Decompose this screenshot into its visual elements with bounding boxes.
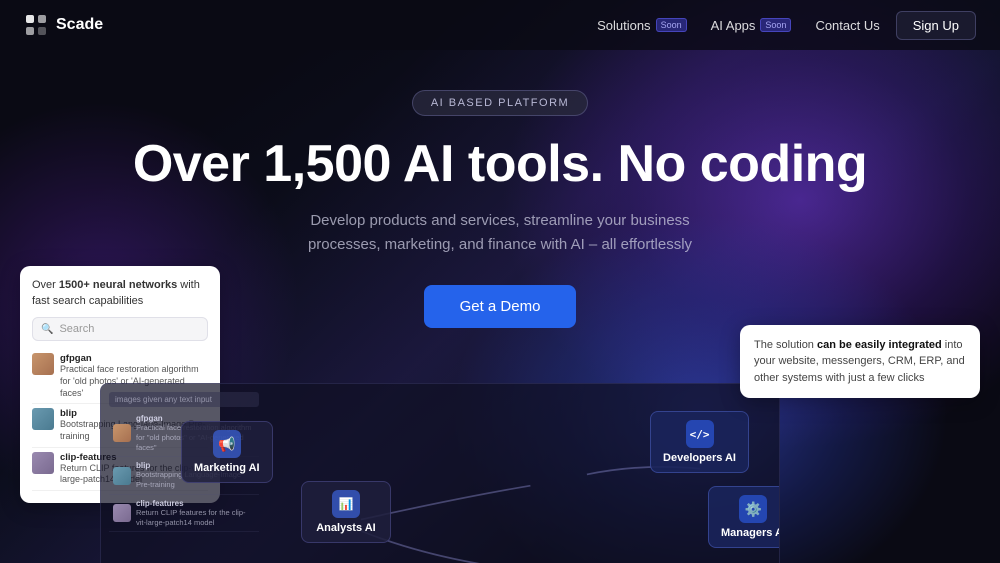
bottom-section: Over 1500+ neural networks with fast sea… (0, 343, 1000, 563)
mockup-avatar-2 (113, 467, 131, 485)
logo-text: Scade (56, 16, 103, 34)
node-marketing: 📢 Marketing AI (181, 421, 273, 483)
integration-text: The solution can be easily integrated in… (754, 337, 966, 387)
navbar: Scade Solutions Soon AI Apps Soon Contac… (0, 0, 1000, 50)
node-developers-label: Developers AI (663, 452, 736, 464)
result-avatar-1 (32, 353, 54, 375)
hero-subtitle: Develop products and services, streamlin… (290, 209, 710, 257)
node-managers-label: Managers AI (721, 527, 780, 539)
integration-bold: can be easily integrated (817, 339, 942, 351)
nav-ai-apps-label: AI Apps (711, 18, 756, 33)
integration-card: The solution can be easily integrated in… (740, 325, 980, 399)
managers-icon: ⚙️ (739, 495, 767, 523)
result-avatar-3 (32, 452, 54, 474)
mockup-avatar-1 (113, 424, 131, 442)
mockup-content: images given any text input gfpgan Pract… (101, 384, 779, 563)
developers-icon: </> (686, 420, 714, 448)
logo-icon (24, 13, 48, 37)
result-avatar-2 (32, 408, 54, 430)
mockup-area: images given any text input gfpgan Pract… (100, 383, 780, 563)
neural-count-bold: 1500+ neural networks (59, 279, 177, 291)
mockup-text-3: clip-features Return CLIP features for t… (136, 499, 255, 528)
mockup-header: images given any text input (109, 392, 259, 407)
search-placeholder: Search (59, 323, 94, 335)
hero-title: Over 1,500 AI tools. No coding (133, 136, 867, 193)
node-managers: ⚙️ Managers AI (708, 486, 780, 548)
mockup-avatar-3 (113, 504, 131, 522)
node-analysts: 📊 Analysts AI (301, 481, 391, 543)
nav-solutions-label: Solutions (597, 18, 650, 33)
nav-solutions[interactable]: Solutions Soon (589, 14, 695, 37)
node-marketing-label: Marketing AI (194, 462, 260, 474)
analysts-icon: 📊 (332, 490, 360, 518)
cta-button[interactable]: Get a Demo (424, 285, 577, 328)
hero-badge: AI BASED PLATFORM (412, 90, 588, 116)
node-developers: </> Developers AI (650, 411, 749, 473)
search-icon: 🔍 (41, 324, 53, 335)
neural-card-title: Over 1500+ neural networks with fast sea… (32, 278, 208, 309)
nav-ai-apps-badge: Soon (760, 18, 791, 32)
signup-button[interactable]: Sign Up (896, 11, 976, 40)
logo[interactable]: Scade (24, 13, 103, 37)
nav-ai-apps[interactable]: AI Apps Soon (703, 14, 800, 37)
nav-links: Solutions Soon AI Apps Soon Contact Us S… (589, 11, 976, 40)
search-bar[interactable]: 🔍 Search (32, 317, 208, 341)
marketing-icon: 📢 (213, 430, 241, 458)
nav-contact[interactable]: Contact Us (807, 14, 887, 37)
node-analysts-label: Analysts AI (316, 522, 376, 534)
nav-solutions-badge: Soon (656, 18, 687, 32)
mockup-row-3: clip-features Return CLIP features for t… (109, 495, 259, 533)
nav-contact-label: Contact Us (815, 18, 879, 33)
